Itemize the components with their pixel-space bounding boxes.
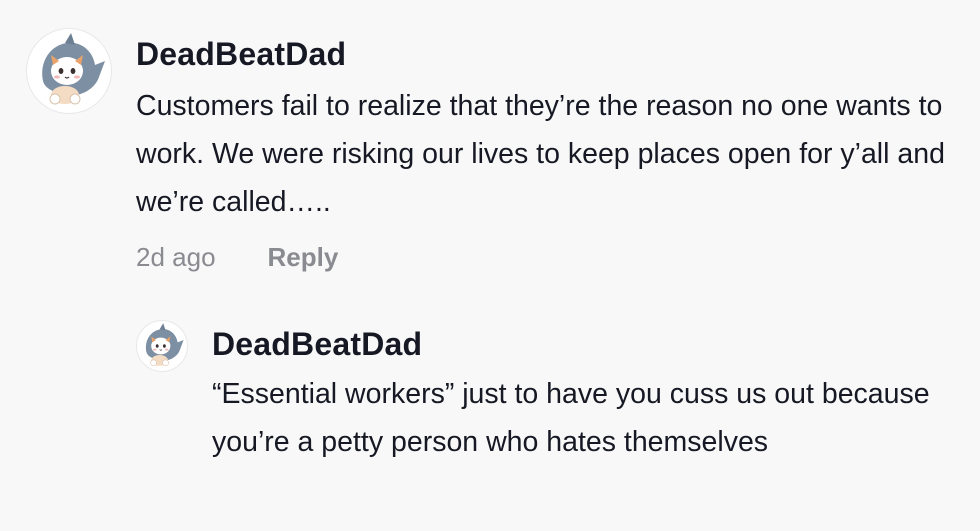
comment-body: DeadBeatDad Customers fail to realize th… (136, 28, 966, 273)
reply-text: “Essential workers” just to have you cus… (212, 378, 930, 458)
reply-body: DeadBeatDad “Essential workers” just to … (212, 320, 932, 466)
comment-item: DeadBeatDad Customers fail to realize th… (26, 28, 976, 273)
username[interactable]: DeadBeatDad (212, 324, 932, 364)
comment-text: Customers fail to realize that they’re t… (136, 90, 945, 218)
reply-button[interactable]: Reply (268, 242, 339, 273)
avatar[interactable] (26, 28, 112, 114)
reply-item: DeadBeatDad “Essential workers” just to … (136, 320, 976, 466)
avatar[interactable] (136, 320, 188, 372)
cat-shark-avatar-icon (145, 323, 184, 367)
comment-meta: 2d ago Reply (136, 242, 966, 273)
comment-timestamp: 2d ago (136, 242, 216, 272)
username[interactable]: DeadBeatDad (136, 34, 966, 74)
cat-shark-avatar-icon (42, 33, 105, 105)
